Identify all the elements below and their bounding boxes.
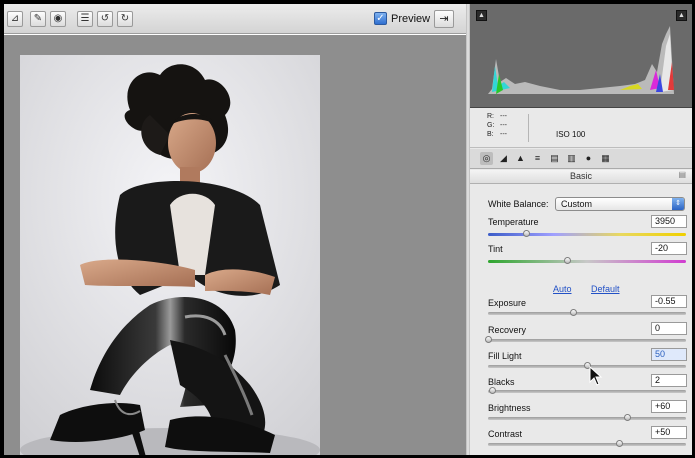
preferences-icon[interactable]: ☰ [77, 11, 93, 27]
rotate-left-icon[interactable]: ↺ [97, 11, 113, 27]
preview-label: Preview [391, 13, 431, 25]
tab-basic-icon[interactable]: ◎ [480, 152, 493, 165]
r-value: --- [500, 113, 507, 120]
blacks-slider-knob[interactable] [488, 387, 496, 394]
exposure-slider[interactable] [488, 309, 686, 316]
tab-presets-icon[interactable]: ▦ [599, 152, 612, 165]
recovery-field[interactable]: 0 [651, 322, 687, 335]
tab-lens-icon[interactable]: ▥ [565, 152, 578, 165]
tint-slider-knob[interactable] [564, 257, 572, 264]
exposure-slider-knob[interactable] [570, 309, 578, 316]
g-value: --- [500, 122, 507, 129]
blacks-slider[interactable] [488, 387, 686, 394]
panel-tabs: ◎ ◢ ▲ ≡ ▤ ▥ ● ▦ [470, 149, 692, 169]
tab-tone-curve-icon[interactable]: ◢ [497, 152, 510, 165]
white-balance-select[interactable]: Custom ⇕ [555, 197, 685, 211]
histogram: ▲ ▲ [470, 4, 692, 108]
r-label: R: [487, 113, 494, 120]
panel-title: Basic [569, 171, 592, 181]
brightness-label: Brightness [488, 403, 531, 413]
contrast-label: Contrast [488, 429, 523, 439]
temperature-field[interactable]: 3950 [651, 215, 687, 228]
fill-light-field[interactable]: 50 [651, 348, 687, 361]
brightness-slider[interactable] [488, 414, 686, 421]
panel-header: Basic ▤ [470, 170, 692, 184]
blacks-label: Blacks [488, 377, 515, 387]
preview-canvas[interactable] [4, 35, 466, 455]
color-readout: R: --- G: --- B: --- ISO 100 [470, 108, 692, 148]
b-value: --- [500, 131, 507, 138]
contrast-slider-knob[interactable] [615, 440, 623, 447]
recovery-slider[interactable] [485, 336, 686, 343]
rotate-right-icon[interactable]: ↻ [117, 11, 133, 27]
tab-detail-icon[interactable]: ▲ [514, 152, 527, 165]
recovery-label: Recovery [488, 325, 527, 335]
camera-raw-window: ⊿ ✎ ◉ ☰ ↺ ↻ ✓ Preview ⇥ ▲ ▲ R: --- G: --… [4, 4, 692, 455]
temperature-slider[interactable] [488, 230, 686, 237]
mouse-pointer-icon [589, 366, 603, 386]
preview-photo [20, 55, 320, 455]
fullscreen-toggle-button[interactable]: ⇥ [434, 10, 454, 28]
g-label: G: [487, 122, 495, 129]
tint-slider[interactable] [488, 257, 686, 264]
exposure-field[interactable]: -0.55 [651, 295, 687, 308]
fill-light-slider[interactable] [488, 362, 686, 369]
panel-menu-icon[interactable]: ▤ [678, 170, 686, 179]
adjustments-panel: ▲ ▲ R: --- G: --- B: --- ISO 100 ◎ ◢ ▲ ≡… [470, 4, 692, 455]
white-balance-value: Custom [561, 199, 593, 209]
brightness-field[interactable]: +60 [651, 400, 687, 413]
contrast-slider[interactable] [488, 440, 686, 447]
straighten-tool-icon[interactable]: ⊿ [7, 11, 23, 27]
white-balance-label: White Balance: [488, 199, 549, 209]
brightness-slider-knob[interactable] [623, 414, 631, 421]
iso-value: ISO 100 [556, 130, 586, 139]
select-arrows-icon: ⇕ [672, 198, 684, 210]
photo-image [20, 55, 320, 455]
toolbar: ⊿ ✎ ◉ ☰ ↺ ↻ ✓ Preview ⇥ [4, 4, 466, 34]
b-label: B: [487, 131, 494, 138]
tab-split-toning-icon[interactable]: ▤ [548, 152, 561, 165]
preview-checkbox[interactable]: ✓ [374, 12, 387, 25]
tint-label: Tint [488, 244, 503, 254]
screenshot-frame: ⊿ ✎ ◉ ☰ ↺ ↻ ✓ Preview ⇥ ▲ ▲ R: --- G: --… [0, 0, 695, 458]
retouch-tool-icon[interactable]: ✎ [30, 11, 46, 27]
fill-light-label: Fill Light [488, 351, 522, 361]
exposure-label: Exposure [488, 298, 527, 308]
tint-field[interactable]: -20 [651, 242, 687, 255]
temperature-label: Temperature [488, 217, 539, 227]
histogram-graph [488, 26, 674, 94]
recovery-slider-knob[interactable] [485, 336, 492, 343]
tab-hsl-icon[interactable]: ≡ [531, 152, 544, 165]
default-link[interactable]: Default [591, 284, 620, 294]
tab-camera-calibration-icon[interactable]: ● [582, 152, 595, 165]
blacks-field[interactable]: 2 [651, 374, 687, 387]
readout-separator [528, 114, 529, 142]
auto-link[interactable]: Auto [553, 284, 572, 294]
temperature-slider-knob[interactable] [522, 230, 530, 237]
red-eye-tool-icon[interactable]: ◉ [50, 11, 66, 27]
contrast-field[interactable]: +50 [651, 426, 687, 439]
